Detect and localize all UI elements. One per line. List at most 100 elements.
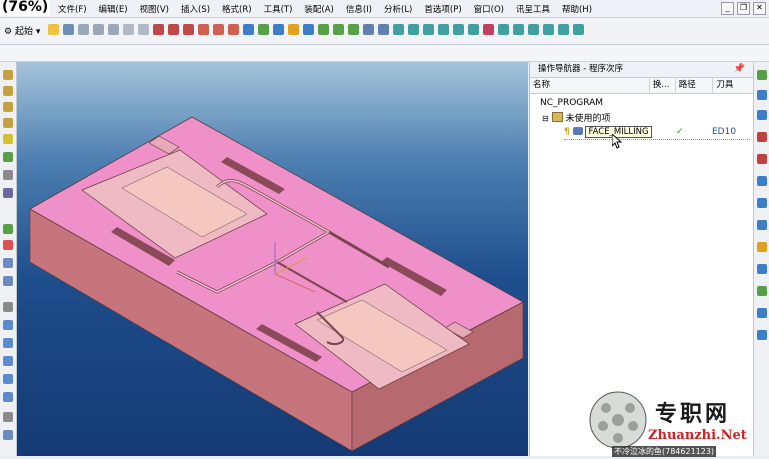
pin-icon[interactable]: 📌 [734, 62, 745, 77]
tool-icon[interactable] [3, 240, 13, 250]
tool-icon[interactable] [3, 430, 13, 440]
tool-icon[interactable] [3, 188, 13, 198]
resource-icon[interactable] [757, 132, 767, 142]
menu-view[interactable]: 视图(V) [140, 3, 169, 15]
cam-tool-icon[interactable] [423, 24, 434, 35]
collapse-icon[interactable]: ⊟ [542, 114, 549, 123]
resource-icon[interactable] [757, 70, 767, 80]
cam-generate-icon[interactable] [468, 24, 479, 35]
tool-icon[interactable] [3, 320, 13, 330]
tree-row-program[interactable]: NC_PROGRAM [540, 97, 603, 109]
tool-icon[interactable] [3, 170, 13, 180]
resource-icon[interactable] [757, 308, 767, 318]
trim-icon[interactable] [213, 24, 224, 35]
tool-icon[interactable] [3, 224, 13, 234]
menu-analysis[interactable]: 分析(L) [384, 3, 412, 15]
line-icon[interactable] [153, 24, 164, 35]
tool-icon[interactable] [3, 70, 13, 80]
resource-icon[interactable] [757, 242, 767, 252]
column-change[interactable]: 换... [650, 78, 676, 93]
grid-icon[interactable] [258, 24, 269, 35]
cam-doc-icon[interactable] [513, 24, 524, 35]
open-icon[interactable] [48, 24, 59, 35]
status-key-icon: ¶ [564, 127, 570, 137]
tool-icon[interactable] [3, 134, 13, 144]
save-icon[interactable] [63, 24, 74, 35]
pointer-icon[interactable] [138, 24, 149, 35]
cam-post-icon[interactable] [498, 24, 509, 35]
cut-icon[interactable] [78, 24, 89, 35]
tool-icon[interactable] [3, 152, 13, 162]
pencil-icon[interactable] [348, 24, 359, 35]
menu-info[interactable]: 信息(I) [346, 3, 372, 15]
tool-icon[interactable] [3, 374, 13, 384]
layer-icon[interactable] [243, 24, 254, 35]
edit-icon[interactable] [333, 24, 344, 35]
resource-icon[interactable] [757, 330, 767, 340]
start-button[interactable]: ⚙ 起始 ▾ [4, 24, 40, 37]
menu-file[interactable]: 文件(F) [58, 3, 87, 15]
select-icon[interactable] [123, 24, 134, 35]
tool-icon[interactable] [3, 392, 13, 402]
menu-xuncheng-tools[interactable]: 讯呈工具 [516, 3, 550, 15]
cam-program-icon[interactable] [408, 24, 419, 35]
navigator-title: 操作导航器 - 程序次序 [538, 64, 623, 74]
tool-icon[interactable] [3, 102, 13, 112]
paste-icon[interactable] [108, 24, 119, 35]
tree-row-face-milling[interactable]: ¶ FACE_MILLING ✓ ED10 [564, 126, 750, 140]
menu-window[interactable]: 窗口(O) [474, 3, 504, 15]
resource-icon[interactable] [757, 220, 767, 230]
menu-insert[interactable]: 插入(S) [181, 3, 210, 15]
cam-verify-icon[interactable] [483, 24, 494, 35]
column-path[interactable]: 路径 [676, 78, 714, 93]
copy-icon[interactable] [93, 24, 104, 35]
cam-method-icon[interactable] [453, 24, 464, 35]
offset-icon[interactable] [228, 24, 239, 35]
restore-icon[interactable]: ❐ [737, 2, 750, 15]
arc-icon[interactable] [168, 24, 179, 35]
back-arrow-icon[interactable] [363, 24, 374, 35]
menu-format[interactable]: 格式(R) [222, 3, 252, 15]
cam-extra-icon[interactable] [573, 24, 584, 35]
column-tool[interactable]: 刀具 [713, 78, 753, 93]
cam-settings-icon[interactable] [543, 24, 554, 35]
resource-icon[interactable] [757, 90, 767, 100]
minimize-icon[interactable]: _ [721, 2, 734, 15]
tool-icon[interactable] [3, 412, 13, 422]
graphics-viewport[interactable] [17, 62, 528, 456]
palette-icon[interactable] [303, 24, 314, 35]
resource-icon[interactable] [757, 286, 767, 296]
forward-arrow-icon[interactable] [378, 24, 389, 35]
resource-icon[interactable] [757, 198, 767, 208]
filter-icon[interactable] [318, 24, 329, 35]
cam-op-icon[interactable] [393, 24, 404, 35]
tool-icon[interactable] [3, 338, 13, 348]
rectangle-icon[interactable] [183, 24, 194, 35]
cam-geometry-icon[interactable] [438, 24, 449, 35]
tool-icon[interactable] [3, 302, 13, 312]
menu-help[interactable]: 帮助(H) [562, 3, 592, 15]
tool-icon[interactable] [3, 276, 13, 286]
tool-icon[interactable] [3, 258, 13, 268]
tree-row-unused[interactable]: ⊟ 未使用的项 [542, 112, 610, 125]
resource-icon[interactable] [757, 110, 767, 120]
tool-icon[interactable] [3, 118, 13, 128]
resource-icon[interactable] [757, 176, 767, 186]
cam-list-icon[interactable] [528, 24, 539, 35]
menu-assembly[interactable]: 装配(A) [304, 3, 333, 15]
resource-icon[interactable] [757, 264, 767, 274]
column-name[interactable]: 名称 [530, 78, 650, 93]
cam-output-icon[interactable] [558, 24, 569, 35]
window-controls: _ ❐ ✕ [721, 2, 766, 15]
close-icon[interactable]: ✕ [753, 2, 766, 15]
tool-icon[interactable] [3, 86, 13, 96]
menu-tools[interactable]: 工具(T) [264, 3, 293, 15]
curve-icon[interactable] [198, 24, 209, 35]
tool-icon[interactable] [3, 356, 13, 366]
resource-icon[interactable] [757, 154, 767, 164]
menu-edit[interactable]: 编辑(E) [99, 3, 128, 15]
table-icon[interactable] [273, 24, 284, 35]
menu-preferences[interactable]: 首选项(P) [424, 3, 461, 15]
measure-icon[interactable] [288, 24, 299, 35]
tool-name: ED10 [712, 127, 737, 137]
